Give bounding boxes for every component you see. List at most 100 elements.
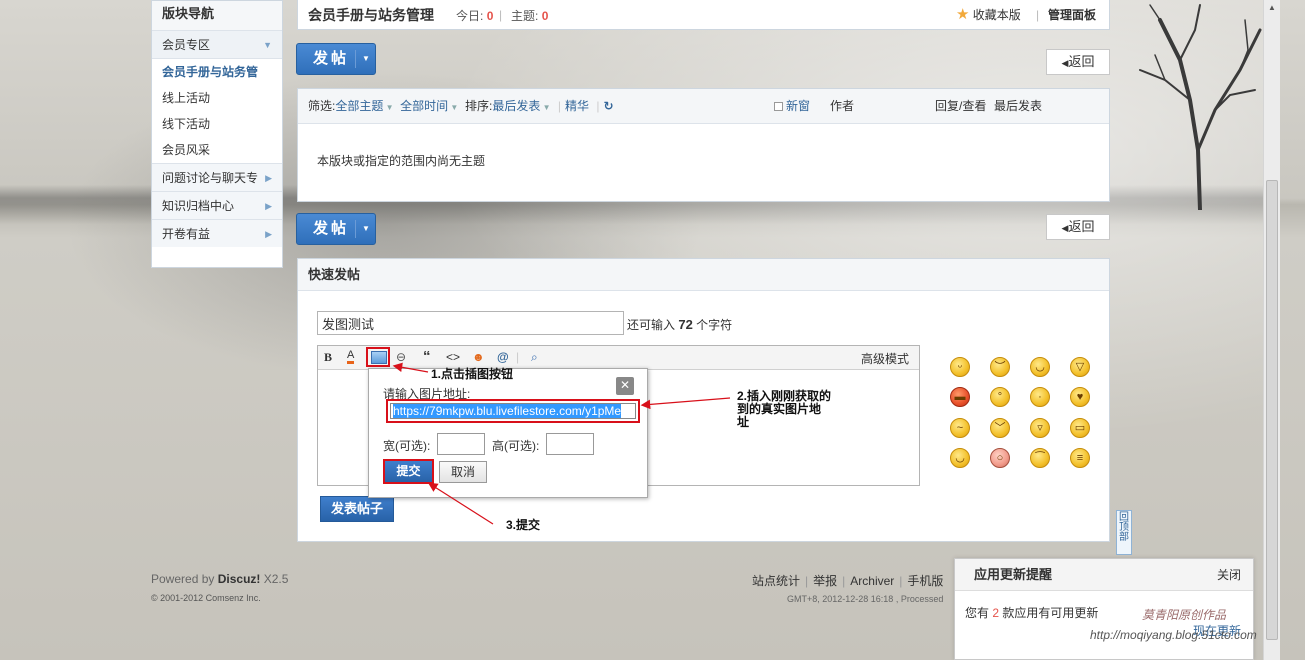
annotation-step1: 1.点击插图按钮 (431, 367, 514, 381)
smiley-icon[interactable]: ▿ (1030, 418, 1050, 438)
sidebar-group-knowledge[interactable]: 知识归档中心 ▶ (152, 191, 282, 219)
font-color-icon[interactable]: A (347, 350, 355, 364)
filter-all-topics[interactable]: 全部主题 (335, 99, 383, 113)
sidebar-item-member-style[interactable]: 会员风采 (152, 137, 282, 163)
quote-icon[interactable]: “ (423, 348, 431, 365)
annotation-step3: 3.提交 (506, 518, 541, 532)
admin-panel-link[interactable]: 管理面板 (1048, 6, 1096, 23)
divider: | (842, 574, 846, 588)
watermark-url: http://moqiyang.blog.51cto.com (1090, 628, 1257, 642)
smiley-icon[interactable]: ° (990, 387, 1010, 407)
advanced-mode-link[interactable]: 高级模式 (861, 350, 909, 367)
divider: | (596, 99, 600, 113)
sidebar-item-offline-events[interactable]: 线下活动 (152, 111, 282, 137)
submit-post-button[interactable]: 发表帖子 (320, 496, 394, 522)
insert-image-dialog: ✕ 请输入图片地址: https://79mkpw.blu.livefilest… (368, 368, 648, 498)
new-window-toggle[interactable]: 新窗 (774, 89, 810, 124)
scroll-thumb[interactable] (1266, 180, 1278, 640)
smiley-icon[interactable]: ◡ (950, 448, 970, 468)
attachment-icon[interactable]: ⌕ (531, 350, 538, 365)
notice-message-suffix: 款应用有可用更新 (1002, 606, 1099, 620)
image-submit-button[interactable]: 提交 (385, 461, 432, 482)
divider: | (557, 99, 561, 113)
notice-message: 您有 2 款应用有可用更新 (965, 604, 1098, 621)
watermark-text: 莫青阳原创作品 (1142, 608, 1227, 622)
notice-header: 应用更新提醒 关闭 (955, 559, 1253, 591)
new-window-checkbox[interactable] (774, 102, 783, 112)
smiley-icon[interactable]: ◡ (1030, 357, 1050, 377)
remaining-count: 72 (678, 317, 693, 332)
footer-link-mobile[interactable]: 手机版 (907, 574, 943, 588)
chevron-down-icon: ▼ (448, 103, 459, 112)
smiley-icon[interactable]: ○ (990, 448, 1010, 468)
sidebar-group-reading[interactable]: 开卷有益 ▶ (152, 219, 282, 247)
remaining-prefix: 还可输入 (627, 318, 676, 332)
annotation-step2-line2: 到的真实图片地 (737, 402, 822, 416)
page-scrollbar[interactable]: ▲ (1263, 0, 1280, 660)
forum-title: 会员手册与站务管理 (308, 7, 434, 23)
bold-icon[interactable]: B (324, 350, 332, 365)
back-to-top-button[interactable]: 回顶部 (1116, 510, 1132, 555)
favorite-forum-link[interactable]: ★ 收藏本版 (956, 5, 1021, 23)
filter-all-time[interactable]: 全部时间 (400, 99, 448, 113)
smiley-icon[interactable]: ᵕ (950, 357, 970, 377)
close-icon[interactable]: ✕ (616, 377, 634, 395)
brand-link[interactable]: Discuz! (218, 572, 261, 586)
annotation-step2: 2.插入刚刚获取的 到的真实图片地 址 (737, 390, 831, 429)
smiley-icon[interactable]: ♥ (1070, 387, 1090, 407)
notice-title: 应用更新提醒 (974, 567, 1053, 582)
divider: | (899, 574, 903, 588)
thread-list: 筛选:全部主题 ▼ 全部时间 ▼ 排序:最后发表 ▼ | 精华 | ↻ 新窗 作者 … (297, 88, 1110, 202)
height-input[interactable] (546, 433, 594, 455)
back-button[interactable]: ◀返回 (1046, 49, 1110, 75)
sort-last-post[interactable]: 最后发表 (492, 99, 540, 113)
quick-post-title: 快速发帖 (298, 259, 1109, 291)
post-button[interactable]: 发帖 ▼ (296, 43, 376, 75)
scroll-up-arrow[interactable]: ▲ (1264, 0, 1280, 16)
width-label: 宽(可选): (383, 439, 431, 453)
digest-filter[interactable]: 精华 (565, 99, 589, 113)
back-button-bottom[interactable]: ◀返回 (1046, 214, 1110, 240)
refresh-icon[interactable]: ↻ (603, 99, 613, 113)
link-icon[interactable]: ⊖ (396, 350, 406, 364)
annotation-step2-line3: 址 (737, 415, 750, 429)
last-post-column: 最后发表 (994, 99, 1043, 113)
sidebar-group-members[interactable]: 会员专区 ▼ (152, 31, 282, 59)
sidebar-group-label: 问题讨论与聊天专 (162, 171, 259, 185)
code-icon[interactable]: <> (446, 350, 460, 364)
back-label: 返回 (1068, 219, 1095, 234)
sidebar-item-online-events[interactable]: 线上活动 (152, 85, 282, 111)
powered-by: Powered by Discuz! X2.5 (151, 572, 288, 586)
at-icon[interactable]: @ (497, 350, 509, 364)
post-button-bottom[interactable]: 发帖 ▼ (296, 213, 376, 245)
footer-link-stats[interactable]: 站点统计 (752, 574, 800, 588)
smiley-icon[interactable]: ▽ (1070, 357, 1090, 377)
chevron-down-icon[interactable]: ▼ (355, 50, 370, 68)
width-input[interactable] (437, 433, 485, 455)
post-button-label: 发帖 (313, 50, 350, 67)
footer-link-report[interactable]: 举报 (813, 574, 837, 588)
footer-link-archiver[interactable]: Archiver (850, 574, 894, 588)
smiley-icon[interactable]: ﹀ (990, 418, 1010, 438)
angry-smiley-icon[interactable]: ▬ (950, 387, 970, 407)
sidebar-group-discussion[interactable]: 问题讨论与聊天专 ▶ (152, 163, 282, 191)
topics-label: 主题: (511, 9, 539, 23)
image-cancel-button[interactable]: 取消 (439, 461, 487, 483)
image-url-input[interactable]: https://79mkpw.blu.livefilestore.com/y1p… (390, 403, 636, 419)
chevron-right-icon: ▶ (265, 201, 272, 211)
sort-label: 排序: (465, 99, 493, 113)
smiley-icon[interactable]: ≡ (1070, 448, 1090, 468)
smiley-icon[interactable]: ︶ (990, 357, 1010, 377)
smiley-icon[interactable]: ☻ (472, 350, 485, 364)
smiley-icon[interactable]: · (1030, 387, 1050, 407)
insert-image-highlight (366, 347, 390, 367)
chevron-down-icon[interactable]: ▼ (355, 220, 370, 238)
height-label: 高(可选): (492, 439, 540, 453)
sidebar-item-handbook[interactable]: 会员手册与站务管 (152, 59, 282, 85)
smiley-icon[interactable]: ▭ (1070, 418, 1090, 438)
smiley-icon[interactable]: ⁀ (1030, 448, 1050, 468)
sidebar-group-label: 开卷有益 (162, 227, 211, 241)
subject-input[interactable] (317, 311, 624, 335)
notice-close-link[interactable]: 关闭 (1217, 559, 1241, 591)
smiley-icon[interactable]: ~ (950, 418, 970, 438)
